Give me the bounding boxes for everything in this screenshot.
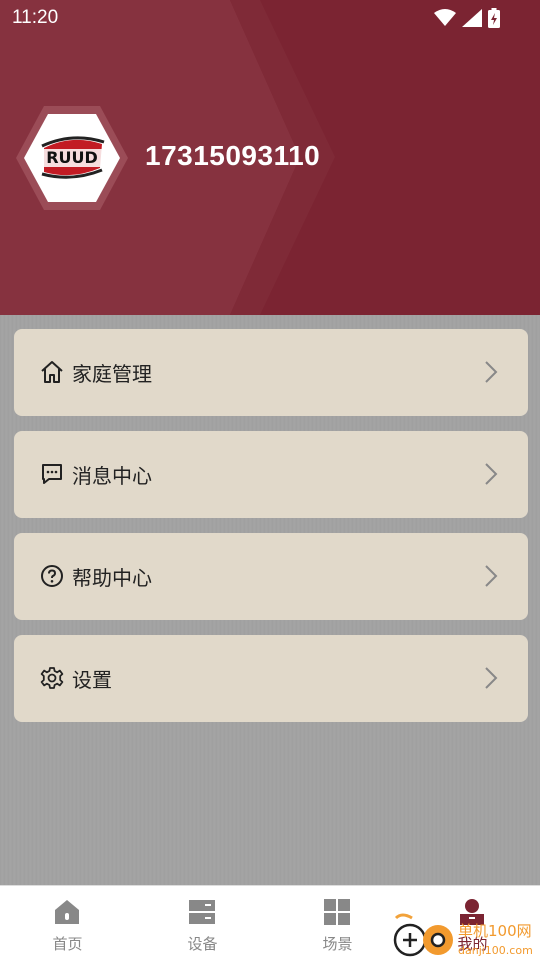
menu-list: 家庭管理 消息中心 帮助中心 设置 [0,315,540,885]
chevron-right-icon [485,463,498,485]
logo-text: RUUD [46,148,98,167]
status-bar: 11:20 [0,0,540,36]
menu-item-label: 设置 [72,668,112,692]
watermark-text: 单机100网 [458,922,532,940]
home-icon [41,361,63,383]
watermark-logo: 单机100网 danji100.com [393,913,533,957]
tab-devices[interactable]: 设备 [135,886,270,961]
tab-label: 设备 [187,935,218,953]
menu-item-label: 家庭管理 [72,362,152,386]
signal-icon [462,9,482,27]
menu-item-label: 帮助中心 [72,566,152,590]
scene-tab-icon [324,899,350,925]
help-icon [41,565,63,587]
tab-scenes[interactable]: 场景 [270,886,405,961]
tab-label: 场景 [322,935,353,953]
battery-icon [488,8,500,28]
wifi-icon [434,9,456,26]
username: 17315093110 [145,140,321,171]
gear-icon [40,667,64,689]
menu-item-help[interactable]: 帮助中心 [14,533,528,620]
chevron-right-icon [485,361,498,383]
tab-home[interactable]: 首页 [0,886,135,961]
menu-item-label: 消息中心 [72,464,152,488]
menu-item-messages[interactable]: 消息中心 [14,431,528,518]
device-tab-icon [189,900,215,924]
avatar[interactable]: RUUD [14,104,130,212]
menu-item-family[interactable]: 家庭管理 [14,329,528,416]
profile-header: 11:20 RUUD 17315093110 [0,0,540,315]
home-tab-icon [55,900,79,924]
message-icon [42,464,62,484]
chevron-right-icon [485,565,498,587]
status-time: 11:20 [12,7,59,28]
tab-label: 首页 [52,935,83,953]
chevron-right-icon [485,667,498,689]
watermark-subtext: danji100.com [458,944,533,957]
menu-item-settings[interactable]: 设置 [14,635,528,722]
